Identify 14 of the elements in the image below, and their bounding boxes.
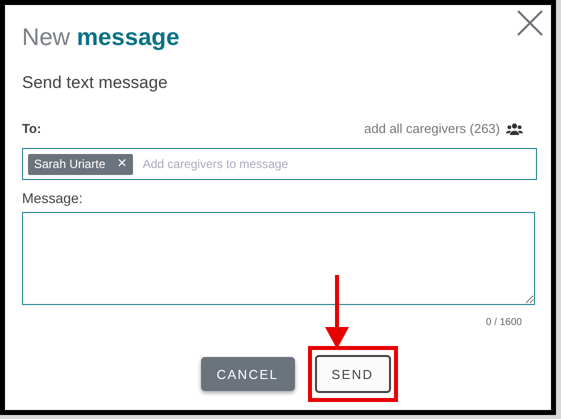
- send-button[interactable]: SEND: [314, 355, 390, 393]
- to-label: To:: [22, 121, 42, 136]
- remove-recipient[interactable]: ×: [117, 155, 127, 173]
- cancel-button[interactable]: CANCEL: [200, 357, 294, 391]
- recipients-field[interactable]: Sarah Uriarte × Add caregivers to message: [22, 148, 537, 180]
- character-counter: 0 / 1600: [484, 317, 522, 328]
- close-icon[interactable]: [517, 10, 543, 36]
- dialog-title: New message: [22, 23, 180, 53]
- people-icon: [506, 122, 523, 134]
- recipient-name: Sarah Uriarte: [34, 157, 106, 171]
- dialog-subtitle: Send text message: [22, 73, 169, 93]
- add-all-link[interactable]: add all caregivers (263): [364, 121, 523, 136]
- message-field[interactable]: [22, 212, 535, 305]
- message-label: Message:: [22, 190, 84, 206]
